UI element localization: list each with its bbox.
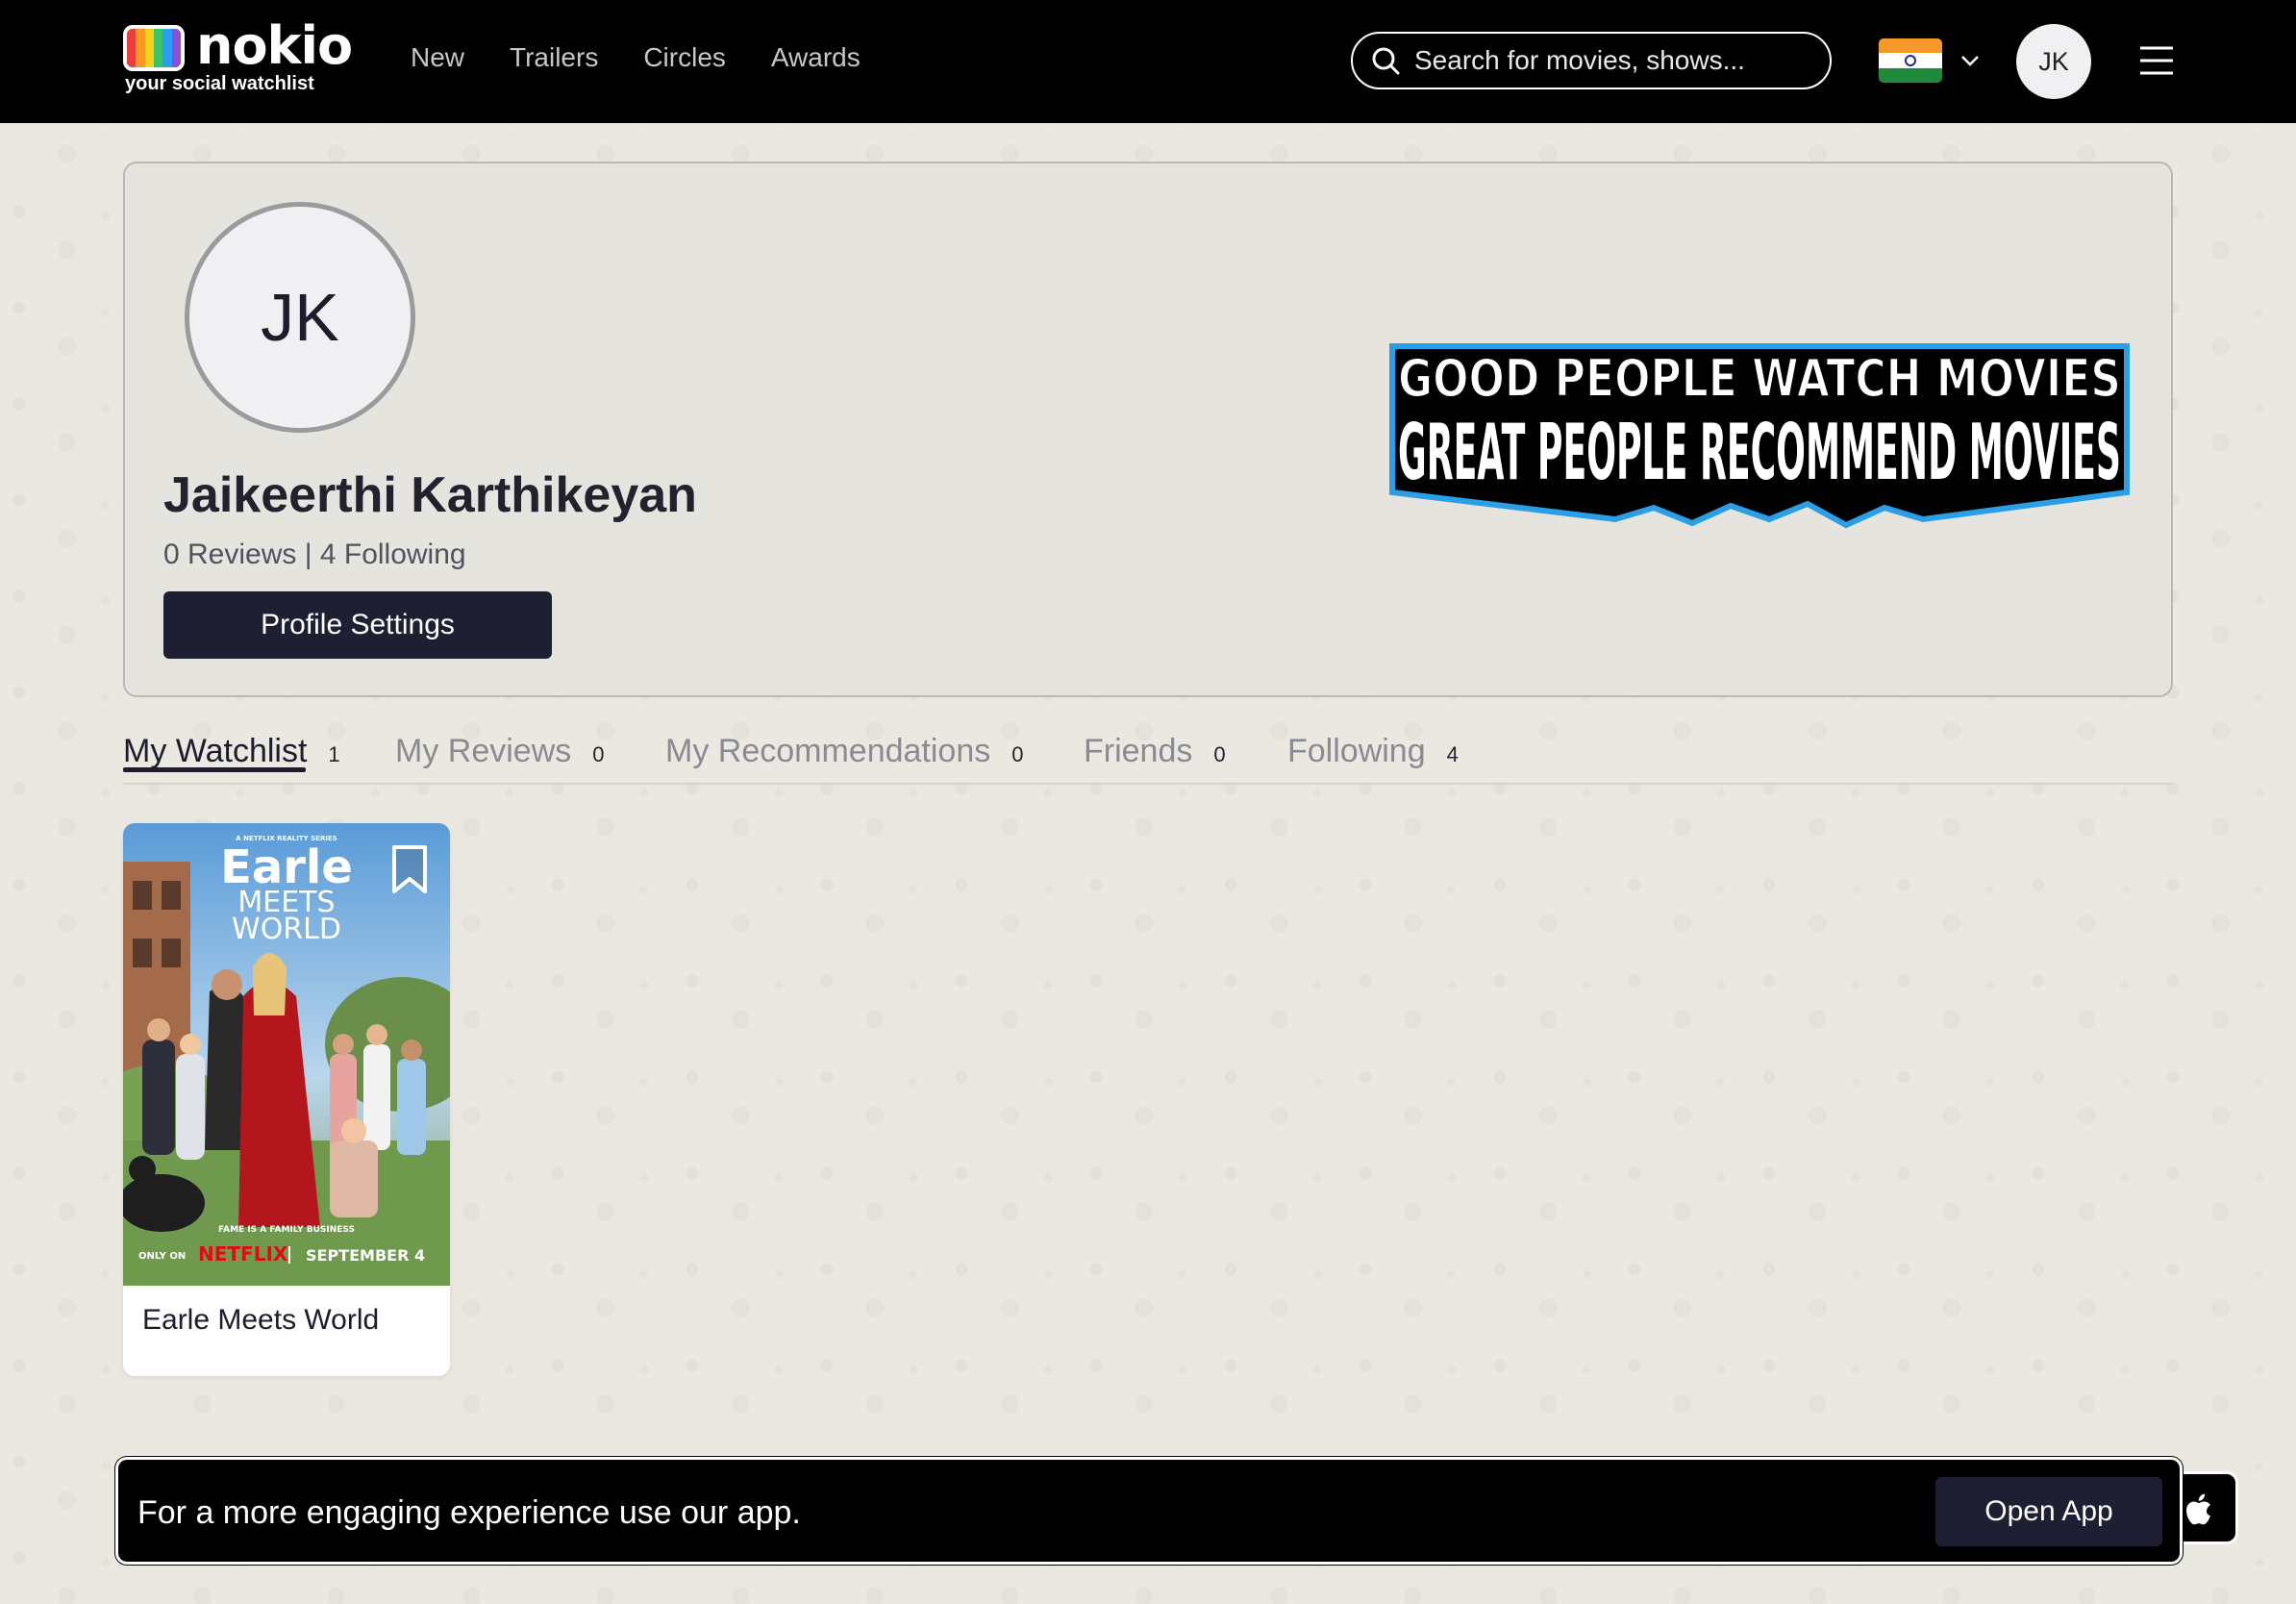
profile-settings-button[interactable]: Profile Settings: [163, 591, 552, 659]
search-box[interactable]: [1351, 32, 1832, 89]
search-input[interactable]: [1414, 45, 1799, 76]
bookmark-icon[interactable]: [390, 844, 429, 894]
tab-label: My Watchlist: [123, 733, 308, 769]
brand-tagline: your social watchlist: [125, 73, 314, 94]
app-promo-message: For a more engaging experience use our a…: [137, 1494, 801, 1531]
profile-avatar: JK: [185, 202, 415, 433]
poster-only-on: ONLY ON: [138, 1251, 186, 1262]
banner-line-1: GOOD PEOPLE WATCH MOVIES: [1398, 348, 2121, 409]
open-app-button[interactable]: Open App: [1935, 1477, 2162, 1546]
tab-friends[interactable]: Friends 0: [1084, 733, 1226, 770]
tab-count: 0: [592, 742, 605, 766]
profile-banner: GOOD PEOPLE WATCH MOVIES GREAT PEOPLE RE…: [1389, 343, 2130, 529]
active-tab-indicator: [123, 767, 306, 772]
nav-link-new[interactable]: New: [411, 42, 464, 73]
poster-date: SEPTEMBER 4: [306, 1246, 425, 1265]
tab-label: Friends: [1084, 733, 1193, 769]
profile-name: Jaikeerthi Karthikeyan: [163, 467, 697, 523]
nav-link-circles[interactable]: Circles: [643, 42, 726, 73]
tab-following[interactable]: Following 4: [1287, 733, 1459, 770]
profile-stats: 0 Reviews | 4 Following: [163, 539, 466, 570]
nav-link-awards[interactable]: Awards: [771, 42, 861, 73]
banner-line-2: GREAT PEOPLE RECOMMEND MOVIES: [1398, 408, 2121, 497]
hamburger-menu-icon[interactable]: [2138, 42, 2175, 79]
poster-title-line-3: WORLD: [232, 913, 341, 946]
india-flag-icon[interactable]: [1879, 38, 1942, 83]
tab-count: 1: [328, 742, 340, 766]
chevron-down-icon[interactable]: [1958, 48, 1983, 73]
profile-tabs: My Watchlist 1 My Reviews 0 My Recommend…: [123, 729, 2173, 785]
nokio-logo[interactable]: nokio your social watchlist: [123, 15, 353, 98]
tab-count: 4: [1446, 742, 1459, 766]
search-icon: [1372, 47, 1400, 75]
profile-card: JK Jaikeerthi Karthikeyan 0 Reviews | 4 …: [123, 162, 2173, 697]
tab-my-watchlist[interactable]: My Watchlist 1: [123, 733, 340, 772]
app-promo-banner: For a more engaging experience use our a…: [115, 1457, 2183, 1565]
tab-my-reviews[interactable]: My Reviews 0: [395, 733, 605, 770]
tab-label: My Reviews: [395, 733, 572, 769]
tab-label: Following: [1287, 733, 1426, 769]
apple-icon: [2186, 1493, 2210, 1525]
tab-label: My Recommendations: [665, 733, 991, 769]
movie-title[interactable]: Earle Meets World: [142, 1304, 379, 1337]
watchlist-card[interactable]: A NETFLIX REALITY SERIES Earle MEETS WOR…: [123, 823, 450, 1376]
tab-count: 0: [1011, 742, 1024, 766]
main-nav: New Trailers Circles Awards: [411, 42, 861, 73]
user-avatar[interactable]: JK: [2016, 24, 2091, 99]
tv-logo-icon: [123, 25, 185, 71]
poster-network: NETFLIX: [198, 1242, 288, 1266]
tab-my-recommendations[interactable]: My Recommendations 0: [665, 733, 1024, 770]
nav-link-trailers[interactable]: Trailers: [510, 42, 598, 73]
tab-count: 0: [1213, 742, 1226, 766]
top-navigation-bar: nokio your social watchlist New Trailers…: [0, 0, 2296, 123]
brand-name: nokio: [196, 15, 353, 76]
poster-tagline: FAME IS A FAMILY BUSINESS: [218, 1225, 355, 1235]
